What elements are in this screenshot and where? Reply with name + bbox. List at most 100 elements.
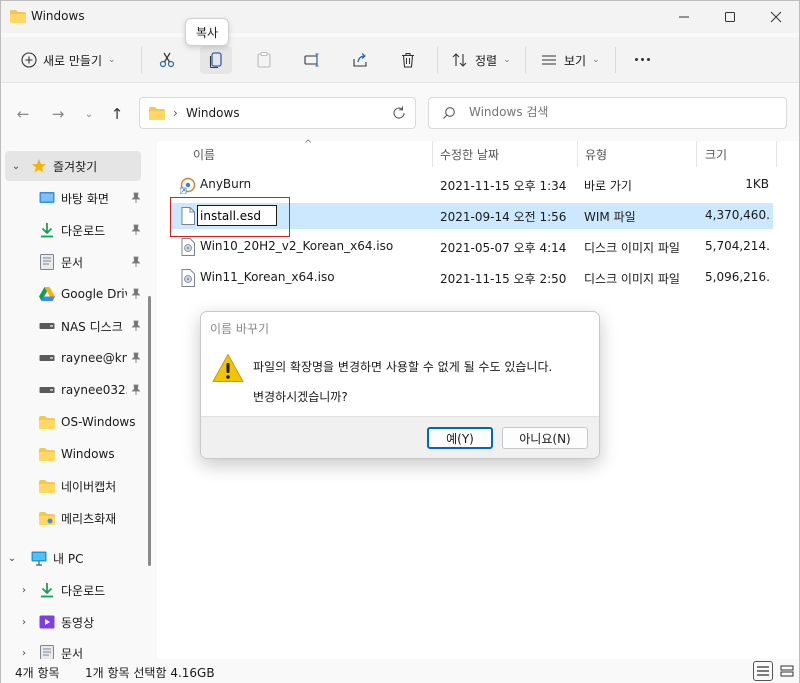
copy-icon [209, 52, 222, 69]
share-button[interactable] [344, 46, 376, 74]
sidebar-item-favorites[interactable]: ⌄ 즐겨찾기 [5, 151, 141, 181]
column-divider[interactable] [432, 141, 433, 167]
navigation-pane: ⌄ 즐겨찾기 바탕 화면 다운로드 문서 Google Driv NAS 디스크 [1, 141, 157, 659]
back-button[interactable]: ← [10, 101, 36, 127]
sidebar-item-raynee0325[interactable]: raynee0325 [1, 375, 143, 405]
sort-icon [452, 53, 467, 67]
sidebar-item-os-windows[interactable]: OS-Windows [1, 407, 143, 437]
column-header-name[interactable]: 이름 [193, 141, 215, 167]
new-button[interactable]: 새로 만들기 ⌄ [15, 46, 122, 74]
item-count: 4개 항목 [15, 666, 60, 680]
minimize-button[interactable] [661, 1, 707, 33]
drive-icon [39, 350, 55, 366]
paste-icon [257, 52, 271, 68]
search-box[interactable] [428, 97, 787, 129]
sidebar-item-desktop[interactable]: 바탕 화면 [1, 183, 143, 213]
details-view-button[interactable] [753, 661, 773, 681]
arrow-left-icon: ← [16, 105, 30, 123]
sidebar-item-raynee-knc[interactable]: raynee@knc [1, 343, 143, 373]
folder-icon [39, 446, 55, 462]
rename-button[interactable] [296, 46, 328, 74]
new-button-label: 새로 만들기 [43, 53, 103, 68]
tiles-view-button[interactable] [777, 661, 797, 681]
column-header-size[interactable]: 크기 [705, 141, 727, 167]
pin-icon [131, 384, 141, 395]
sidebar-item-this-pc[interactable]: ⌄ 내 PC [1, 543, 143, 573]
sidebar-item-pc-downloads[interactable]: › 다운로드 [1, 575, 143, 605]
sidebar-item-windows[interactable]: Windows [1, 439, 143, 469]
share-icon [353, 53, 367, 67]
tiles-view-icon [780, 665, 794, 677]
cut-button[interactable] [151, 46, 183, 74]
chevron-right-icon[interactable]: › [19, 585, 29, 596]
arrow-right-icon: → [51, 105, 65, 123]
sidebar-item-nas-disk[interactable]: NAS 디스크 [1, 311, 143, 341]
sidebar-item-label: NAS 디스크 [61, 319, 123, 334]
column-header-type[interactable]: 유형 [585, 141, 607, 167]
sidebar-item-pc-documents[interactable]: › 문서 [1, 638, 143, 659]
close-window-button[interactable] [753, 1, 799, 33]
document-icon [39, 254, 55, 270]
expand-chevron-icon[interactable]: ⌄ [7, 553, 17, 564]
chevron-right-icon[interactable]: › [19, 648, 29, 659]
sidebar-scrollbar[interactable] [148, 296, 151, 566]
up-button[interactable]: ↑ [104, 101, 130, 127]
search-input[interactable] [469, 105, 769, 119]
sidebar-item-meritz[interactable]: 메리츠화재 [1, 503, 143, 533]
table-row[interactable]: Win10_20H2_v2_Korean_x64.iso 2021-05-07 … [171, 234, 773, 260]
more-options-button[interactable] [631, 51, 653, 67]
column-divider[interactable] [696, 141, 697, 167]
sidebar-item-videos[interactable]: › 동영상 [1, 607, 143, 637]
refresh-icon[interactable] [391, 105, 407, 121]
more-dot [646, 57, 650, 61]
copy-button[interactable] [200, 46, 232, 74]
chevron-down-icon: ⌄ [108, 55, 116, 65]
folder-icon [39, 414, 55, 430]
close-icon [770, 11, 782, 23]
column-divider[interactable] [577, 141, 578, 167]
address-bar[interactable]: › Windows [139, 97, 416, 129]
view-button[interactable]: 보기 ⌄ [536, 46, 604, 74]
sidebar-item-downloads[interactable]: 다운로드 [1, 215, 143, 245]
maximize-button[interactable] [707, 1, 753, 33]
delete-button[interactable] [392, 46, 424, 74]
more-dot [640, 57, 644, 61]
toolbar-divider [141, 47, 142, 73]
sidebar-item-label: Google Driv [61, 287, 127, 301]
table-row[interactable]: AnyBurn 2021-11-15 오후 1:34 바로 가기 1KB [171, 172, 773, 198]
shortcut-icon [180, 177, 196, 194]
download-icon [39, 582, 55, 598]
dialog-title: 이름 바꾸기 [210, 322, 270, 336]
file-size: 1KB [745, 177, 769, 191]
sidebar-item-google-drive[interactable]: Google Driv [1, 279, 143, 309]
file-modified: 2021-11-15 오후 1:34 [440, 179, 567, 193]
recent-locations-button[interactable]: ⌄ [76, 101, 102, 127]
file-modified: 2021-11-15 오후 2:50 [440, 272, 567, 286]
sidebar-item-documents[interactable]: 문서 [1, 247, 143, 277]
file-modified: 2021-05-07 오후 4:14 [440, 241, 567, 255]
expand-chevron-icon[interactable]: ⌄ [11, 161, 21, 172]
toolbar-divider [437, 47, 438, 73]
sidebar-item-label: 바탕 화면 [61, 191, 109, 206]
pc-icon [31, 550, 47, 566]
no-button[interactable]: 아니요(N) [502, 427, 588, 449]
pin-icon [131, 320, 141, 331]
column-divider[interactable] [776, 141, 777, 167]
breadcrumb[interactable]: Windows [186, 106, 240, 120]
sidebar-item-label: Windows [61, 447, 115, 461]
sort-button[interactable]: 정렬 ⌄ [447, 46, 515, 74]
sidebar-item-label: 네이버캡처 [61, 479, 117, 494]
forward-button[interactable]: → [45, 101, 71, 127]
chevron-right-icon[interactable]: › [19, 617, 29, 628]
chevron-down-icon: ⌄ [592, 55, 600, 65]
sidebar-item-naver-capture[interactable]: 네이버캡처 [1, 471, 143, 501]
table-row[interactable]: Win11_Korean_x64.iso 2021-11-15 오후 2:50 … [171, 265, 773, 291]
folder-icon [10, 10, 26, 23]
column-header-modified[interactable]: 수정한 날짜 [440, 141, 499, 167]
file-type: WIM 파일 [584, 210, 636, 224]
paste-button[interactable] [248, 46, 280, 74]
toolbar-divider [525, 47, 526, 73]
file-type: 디스크 이미지 파일 [584, 241, 680, 255]
yes-button[interactable]: 예(Y) [427, 427, 493, 449]
dialog-question: 변경하시겠습니까? [253, 390, 348, 404]
